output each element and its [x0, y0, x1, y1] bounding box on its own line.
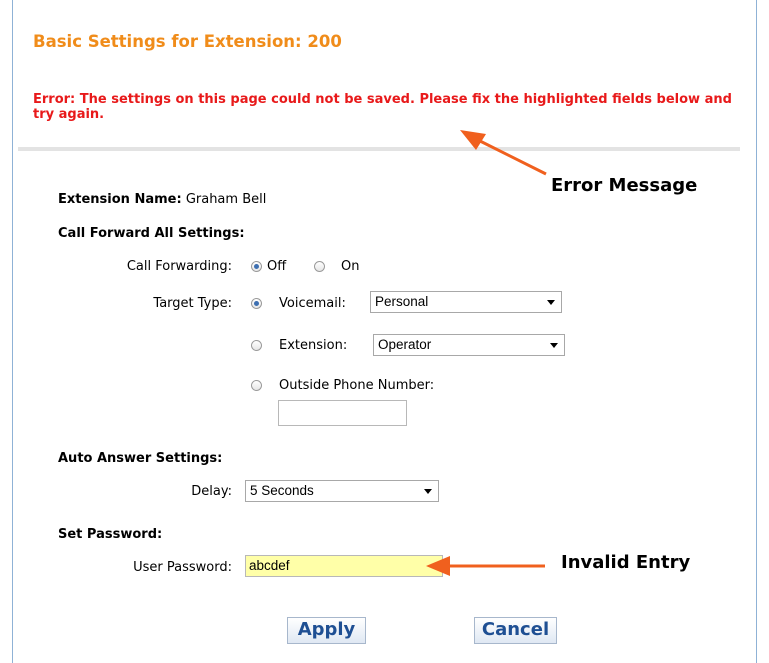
outside-phone-input[interactable]	[278, 400, 407, 426]
target-extension-radio[interactable]	[251, 340, 262, 351]
chevron-down-icon	[550, 343, 558, 348]
auto-answer-section-title: Auto Answer Settings:	[58, 451, 223, 466]
target-outside-label: Outside Phone Number:	[279, 378, 435, 393]
error-message: Error: The settings on this page could n…	[33, 92, 732, 122]
page-title: Basic Settings for Extension: 200	[33, 32, 342, 51]
call-forward-section-title: Call Forward All Settings:	[58, 226, 245, 241]
error-message-annotation: Error Message	[551, 175, 698, 196]
divider	[18, 147, 740, 151]
error-arrow-icon	[460, 130, 547, 176]
chevron-down-icon	[424, 489, 432, 494]
voicemail-select[interactable]: Personal	[370, 291, 562, 313]
delay-select[interactable]: 5 Seconds	[245, 480, 439, 502]
target-type-label: Target Type:	[153, 296, 232, 311]
extension-name-row: Extension Name: Graham Bell	[58, 192, 266, 207]
call-forwarding-label: Call Forwarding:	[126, 259, 232, 274]
apply-button[interactable]: Apply	[287, 617, 366, 644]
delay-select-value: 5 Seconds	[250, 483, 314, 498]
user-password-input[interactable]: abcdef	[245, 555, 443, 577]
chevron-down-icon	[547, 300, 555, 305]
target-voicemail-radio[interactable]	[251, 298, 262, 309]
cancel-button[interactable]: Cancel	[474, 617, 557, 644]
delay-label: Delay:	[191, 484, 232, 499]
invalid-entry-annotation: Invalid Entry	[561, 552, 691, 573]
call-forwarding-off-radio[interactable]	[251, 261, 262, 272]
call-forwarding-on-label: On	[341, 259, 360, 274]
extension-select[interactable]: Operator	[373, 334, 565, 356]
call-forwarding-off-label: Off	[267, 259, 287, 274]
target-extension-label: Extension:	[279, 338, 348, 353]
target-outside-radio[interactable]	[251, 380, 262, 391]
extension-name-label: Extension Name:	[58, 192, 182, 207]
set-password-section-title: Set Password:	[58, 527, 163, 542]
call-forwarding-on-radio[interactable]	[314, 261, 325, 272]
extension-select-value: Operator	[378, 337, 432, 352]
extension-name-value: Graham Bell	[185, 192, 267, 207]
target-voicemail-label: Voicemail:	[279, 296, 346, 311]
user-password-label: User Password:	[133, 560, 232, 575]
invalid-arrow-icon	[426, 556, 545, 576]
voicemail-select-value: Personal	[375, 294, 429, 309]
